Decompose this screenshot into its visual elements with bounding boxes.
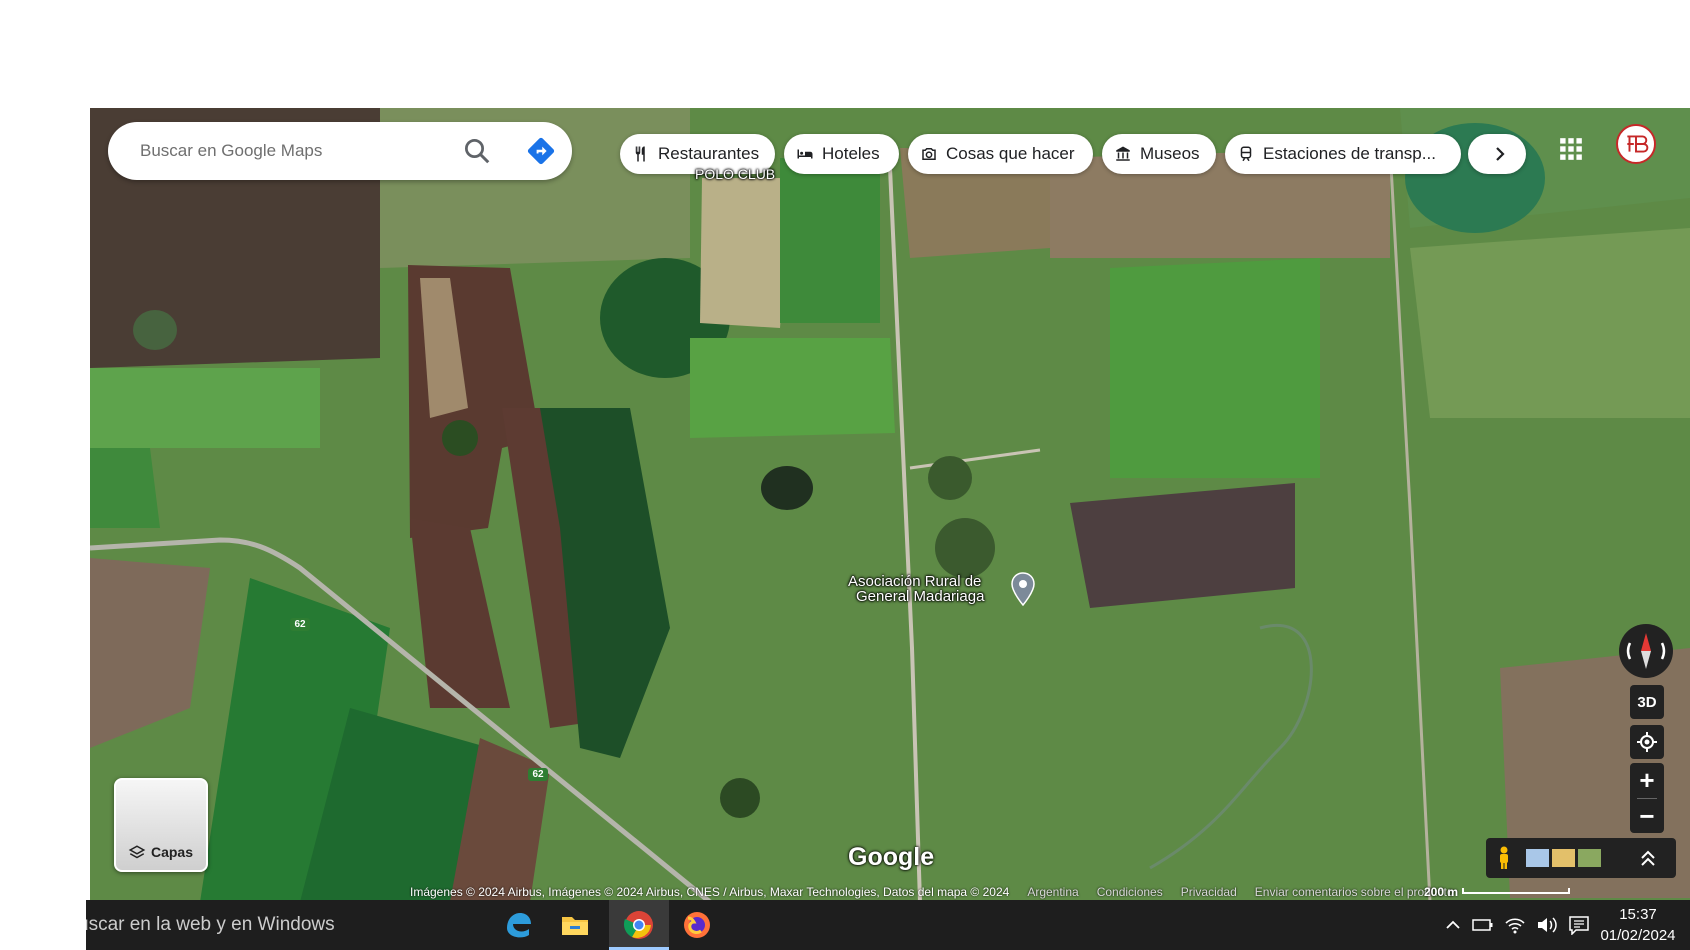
volume-icon[interactable]: [1536, 915, 1558, 935]
google-apps-icon[interactable]: [1558, 136, 1584, 162]
pegman-icon[interactable]: [1494, 846, 1514, 870]
wifi-icon[interactable]: [1504, 915, 1526, 935]
map-label-poi-line1[interactable]: Asociación Rural de: [848, 574, 981, 589]
firefox-icon[interactable]: [680, 908, 714, 942]
windows-taskbar: uscar en la web y en Windows 15:37 01/02…: [86, 900, 1690, 950]
clock-time: 15:37: [1619, 906, 1657, 923]
search-box: [108, 122, 572, 180]
avatar-monogram-icon: [1627, 135, 1649, 153]
file-explorer-icon[interactable]: [558, 908, 592, 942]
chip-label: Cosas que hacer: [946, 144, 1075, 163]
layers-button[interactable]: Capas: [114, 778, 208, 872]
my-location-icon: [1637, 732, 1657, 752]
chip-things-to-do[interactable]: Cosas que hacer: [908, 134, 1093, 174]
chip-label: Museos: [1140, 144, 1200, 163]
map-viewport[interactable]: Restaurantes Hoteles Cosas que hacer Mus…: [90, 108, 1690, 902]
scale-indicator[interactable]: 200 m: [1424, 882, 1570, 902]
attribution-bar: Imágenes © 2024 Airbus, Imágenes © 2024 …: [410, 882, 1690, 902]
search-icon[interactable]: [462, 136, 492, 166]
scale-bar: [1462, 888, 1570, 894]
taskbar-clock[interactable]: 15:37 01/02/2024: [1586, 904, 1690, 946]
fork-knife-icon: [635, 146, 645, 162]
compass-icon[interactable]: [1618, 623, 1674, 679]
chip-label: Estaciones de transp...: [1263, 144, 1436, 163]
expand-up-icon[interactable]: [1636, 846, 1660, 870]
satellite-imagery[interactable]: [90, 108, 1690, 902]
bed-icon: [797, 149, 813, 159]
my-location-button[interactable]: [1630, 725, 1664, 759]
chip-transit[interactable]: Estaciones de transp...: [1225, 134, 1461, 174]
chip-museums[interactable]: Museos: [1102, 134, 1216, 174]
imagery-thumbnails[interactable]: [1526, 846, 1604, 870]
chevron-up-icon[interactable]: [1444, 917, 1462, 933]
museum-icon: [1116, 146, 1130, 161]
layers-label: Capas: [150, 844, 194, 860]
camera-icon: [922, 148, 936, 160]
map-label-polo-club: POLO CLUB: [695, 166, 776, 182]
chips-next-button[interactable]: [1468, 134, 1526, 174]
country-link[interactable]: Argentina: [1027, 885, 1078, 899]
zoom-controls: + −: [1630, 763, 1664, 833]
chip-label: Restaurantes: [658, 144, 760, 163]
taskbar-search[interactable]: uscar en la web y en Windows: [86, 900, 486, 950]
scale-label: 200 m: [1424, 885, 1459, 899]
zoom-out-button[interactable]: −: [1630, 799, 1664, 833]
privacy-link[interactable]: Privacidad: [1181, 885, 1237, 899]
street-view-bar: [1486, 838, 1676, 878]
zoom-in-button[interactable]: +: [1630, 763, 1664, 797]
route-shield: 62: [290, 618, 310, 631]
terms-link[interactable]: Condiciones: [1097, 885, 1163, 899]
directions-icon[interactable]: [526, 136, 556, 166]
search-input[interactable]: [138, 140, 462, 162]
chevron-right-icon: [1496, 147, 1505, 161]
poi-marker-icon[interactable]: [1010, 572, 1036, 606]
route-shield: 62: [528, 768, 548, 781]
imagery-credits: Imágenes © 2024 Airbus, Imágenes © 2024 …: [410, 885, 1010, 899]
chip-hotels[interactable]: Hoteles: [784, 134, 899, 174]
account-avatar[interactable]: [1616, 124, 1656, 164]
toggle-3d-button[interactable]: 3D: [1630, 685, 1664, 719]
map-label-poi-line2[interactable]: General Madariaga: [856, 589, 984, 604]
edge-icon[interactable]: [501, 908, 535, 942]
clock-date: 01/02/2024: [1600, 927, 1676, 944]
google-logo: Google: [848, 843, 935, 871]
taskbar-search-text: uscar en la web y en Windows: [86, 914, 335, 935]
train-icon: [1240, 146, 1252, 162]
chrome-icon[interactable]: [622, 908, 656, 942]
battery-icon[interactable]: [1472, 917, 1494, 933]
chip-label: Hoteles: [822, 144, 880, 163]
